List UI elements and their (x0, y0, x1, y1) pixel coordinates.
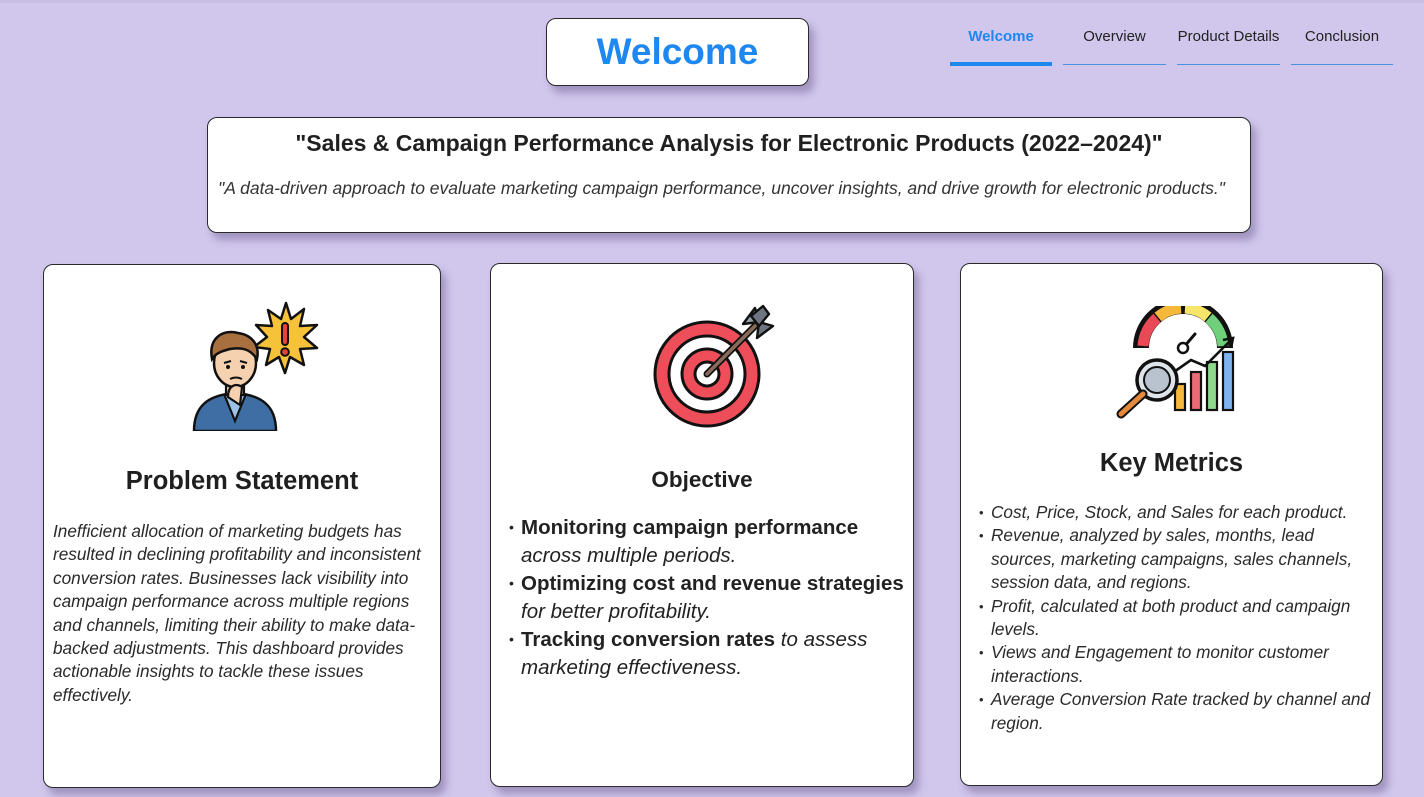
tab-overview[interactable]: Overview (1063, 22, 1166, 65)
list-item: Average Conversion Rate tracked by chann… (979, 688, 1379, 735)
list-item: Profit, calculated at both product and c… (979, 595, 1379, 642)
list-item: Monitoring campaign performance across m… (509, 514, 909, 569)
welcome-title: Welcome (596, 31, 759, 72)
list-item: Optimizing cost and revenue strategies f… (509, 570, 909, 625)
list-item: Revenue, analyzed by sales, months, lead… (979, 524, 1379, 594)
problem-statement-title: Problem Statement (125, 467, 359, 495)
tab-welcome[interactable]: Welcome (950, 22, 1052, 66)
tab-conclusion[interactable]: Conclusion (1291, 22, 1393, 65)
objective-item-bold: Tracking conversion rates (521, 628, 776, 651)
key-metrics-title: Key Metrics (1099, 449, 1244, 477)
hero-card: "Sales & Campaign Performance Analysis f… (207, 117, 1251, 233)
problem-statement-text: Inefficient allocation of marketing budg… (53, 521, 421, 705)
objective-item-rest: across multiple periods. (521, 543, 737, 567)
top-border (0, 0, 1424, 3)
key-metrics-card: Key Metrics Cost, Price, Stock, and Sale… (960, 263, 1383, 786)
key-metrics-list: Cost, Price, Stock, and Sales for each p… (979, 501, 1379, 735)
worried-person-alert-icon (192, 301, 319, 431)
hero-subtitle: "A data-driven approach to evaluate mark… (218, 178, 1225, 198)
list-item: Views and Engagement to monitor customer… (979, 641, 1379, 688)
objective-title: Objective (651, 467, 753, 492)
objective-item-bold: Optimizing cost and revenue strategies (521, 572, 904, 595)
hero-title: "Sales & Campaign Performance Analysis f… (295, 130, 1163, 156)
analytics-gauge-magnifier-icon (1116, 306, 1235, 419)
objective-card: Objective Monitoring campaign performanc… (490, 263, 914, 787)
welcome-header: Welcome (546, 18, 809, 86)
problem-statement-card: Problem Statement Inefficient allocation… (43, 264, 441, 788)
objective-list: Monitoring campaign performance across m… (509, 514, 909, 682)
target-arrow-icon (653, 304, 775, 428)
list-item: Cost, Price, Stock, and Sales for each p… (979, 501, 1379, 525)
list-item: Tracking conversion rates to assess mark… (509, 626, 909, 681)
tab-product-details[interactable]: Product Details (1177, 22, 1280, 65)
objective-item-rest: for better profitability. (521, 599, 711, 623)
objective-item-bold: Monitoring campaign performance (521, 516, 859, 539)
